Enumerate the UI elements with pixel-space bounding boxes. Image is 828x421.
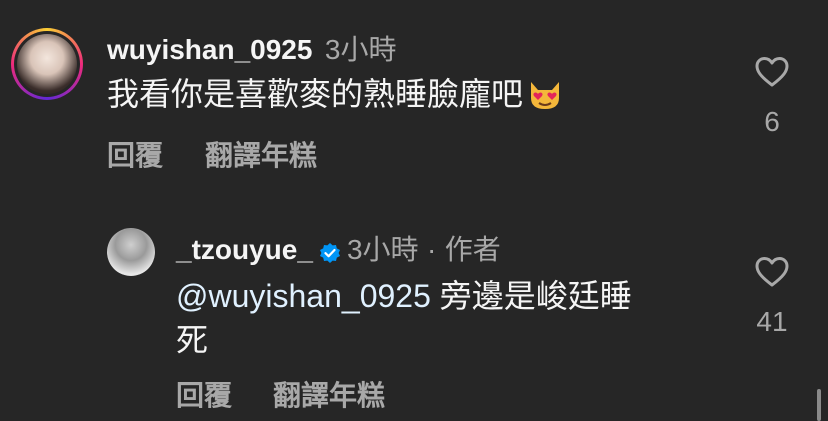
like-count: 41 <box>756 306 788 337</box>
mention-link[interactable]: @wuyishan_0925 <box>176 278 431 314</box>
author-label: 作者 <box>444 234 501 265</box>
reply-header: _tzouyue_ 3小時 · 作者 <box>176 228 501 268</box>
avatar-tzouyue[interactable] <box>107 228 155 276</box>
verified-badge-icon <box>319 242 340 263</box>
scrollbar[interactable] <box>817 389 821 421</box>
username[interactable]: wuyishan_0925 <box>107 34 312 65</box>
reply-text-line1: @wuyishan_0925 旁邊是峻廷睡 <box>176 274 632 318</box>
reply-text-line2: 死 <box>176 322 209 358</box>
comment-time: 3小時 <box>324 34 397 65</box>
translate-button[interactable]: 翻譯年糕 <box>273 374 385 414</box>
translate-button[interactable]: 翻譯年糕 <box>205 134 317 174</box>
comments-panel: wuyishan_0925 3小時 我看你是喜歡麥的熟睡臉龐吧 回覆 翻譯年糕 … <box>0 0 828 421</box>
comment-text: 我看你是喜歡麥的熟睡臉龐吧 <box>107 72 563 116</box>
username[interactable]: _tzouyue_ <box>176 234 313 265</box>
heart-eyes-cat-icon <box>531 81 560 109</box>
like-count: 6 <box>764 106 780 137</box>
avatar-wuyishan[interactable] <box>11 28 83 100</box>
reply-button[interactable]: 回覆 <box>176 374 232 414</box>
comment-body: 我看你是喜歡麥的熟睡臉龐吧 <box>107 76 524 112</box>
reply-body: 旁邊是峻廷睡 <box>439 278 632 314</box>
comment-header: wuyishan_0925 3小時 <box>107 28 396 68</box>
separator-dot: · <box>426 234 437 265</box>
reply-time: 3小時 <box>346 234 419 265</box>
like-heart-icon[interactable] <box>755 256 789 288</box>
like-heart-icon[interactable] <box>755 56 789 88</box>
reply-button[interactable]: 回覆 <box>107 134 163 174</box>
